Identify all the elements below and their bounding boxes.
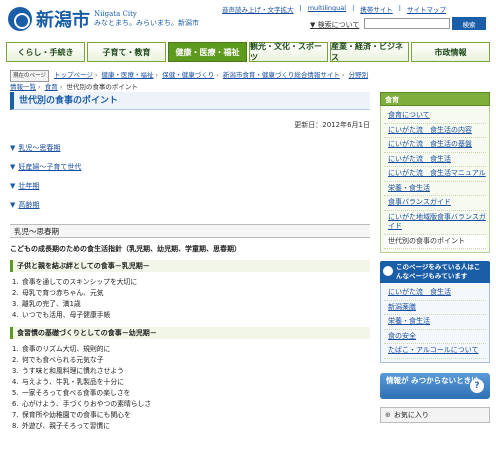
nav-health[interactable]: 健康・医療・福祉 <box>168 42 247 62</box>
nav-childcare[interactable]: 子育て・教育 <box>87 42 166 62</box>
main-content: 世代別の食事のポイント 更新日：2012年6月1日 ▼ 乳児～思春期 ▼ 妊産婦～子… <box>10 92 370 432</box>
search-button[interactable]: 検索 <box>452 17 486 30</box>
top-links: 音声読み上げ・文字拡大 | multilingual | 携帯サイト | サイト… <box>222 4 446 14</box>
list-item: 7. 保育所や幼稚園での食事にも関心を <box>12 411 131 419</box>
related-heading: このページをみている人はこんなページもみています <box>380 261 490 283</box>
toc-item: ▼ 妊産婦～子育て世代 <box>10 157 370 176</box>
toc-link-adult[interactable]: 壮年期 <box>18 181 39 191</box>
related-item[interactable]: 新潟薬膳 <box>384 301 486 315</box>
triangle-down-icon: ▼ <box>10 200 16 209</box>
list-item: 3. うす味と和風料理に慣れさせよう <box>12 367 124 375</box>
breadcrumb-item[interactable]: 健康・医療・福祉 <box>102 71 154 79</box>
help-banner[interactable]: 情報が みつからないときは ? <box>380 372 490 399</box>
top-link-multilingual[interactable]: multilingual <box>308 4 346 14</box>
related-item[interactable]: 栄養・食生活 <box>384 315 486 330</box>
city-emblem-icon <box>8 7 32 31</box>
question-icon: ? <box>470 378 484 393</box>
list-item: 5. 一家そろって食べる食事の楽しさを <box>12 389 131 397</box>
sidebar-item[interactable]: 食育について <box>384 109 486 124</box>
breadcrumb: 現在のページ トップページ › 健康・医療・福祉 › 保健・健康づくり › 新潟市食育… <box>10 70 369 91</box>
people-icon <box>383 266 393 276</box>
top-link-accessibility[interactable]: 音声読み上げ・文字拡大 <box>222 4 294 14</box>
related-pages: このページをみている人はこんなページもみています にいがた流 食生活 新潟薬膳 … <box>380 261 490 363</box>
site-header: 新潟市 Niigata City みなとまち。みらいまち。新潟市 音声読み上げ・… <box>0 0 496 40</box>
top-link-sitemap[interactable]: サイトマップ <box>407 4 446 14</box>
related-item[interactable]: 食の安全 <box>384 330 486 344</box>
nav-cityinfo[interactable]: 市政情報 <box>411 42 490 62</box>
toc-item: ▼ 乳児～思春期 <box>10 138 370 157</box>
sidebar-item[interactable]: 栄養・食生活 <box>384 182 486 196</box>
list-item: 2. 何でも食べられる元気な子 <box>12 356 104 364</box>
global-nav: くらし・手続き 子育て・教育 健康・医療・福祉 観光・文化・スポーツ 産業・経済… <box>6 42 490 62</box>
list-item: 4. 与えよう、牛乳・乳製品を十分に <box>12 378 124 386</box>
subsection-heading-toddler: 食習慣の基礎づくりとしての食事－幼児期－ <box>10 327 370 339</box>
help-banner-text: 情報が みつからないときは <box>386 375 479 385</box>
sidebar-item[interactable]: にいがた流 食生活の基盤 <box>384 138 486 153</box>
related-list: にいがた流 食生活 新潟薬膳 栄養・食生活 食の安全 たばこ・アルコールについて <box>380 283 490 363</box>
triangle-down-icon: ▼ <box>10 181 16 190</box>
infant-list: 1. 食事を通してのスキンシップを大切に 2. 母乳で育つ赤ちゃん、元気 3. 離乳の… <box>10 277 370 321</box>
table-of-contents: ▼ 乳児～思春期 ▼ 妊産婦～子育て世代 ▼ 壮年期 ▼ 高齢期 <box>10 138 370 214</box>
section-heading: 乳児～思春期 <box>10 224 370 238</box>
toddler-list: 1. 食事のリズム大切、規則的に 2. 何でも食べられる元気な子 3. うす味と和風料… <box>10 344 370 432</box>
toc-link-elderly[interactable]: 高齢期 <box>18 200 39 210</box>
search-help-link[interactable]: ▼ 検索について <box>310 20 359 30</box>
breadcrumb-item[interactable]: 保健・健康づくり <box>162 71 214 79</box>
list-item: 8. 外遊び、親子そろって習慣に <box>12 422 111 430</box>
list-item: 1. 食事のリズム大切、規則的に <box>12 345 111 353</box>
toc-item: ▼ 高齢期 <box>10 195 370 214</box>
toc-link-infant[interactable]: 乳児～思春期 <box>18 143 60 153</box>
breadcrumb-item[interactable]: 食育 <box>45 83 58 91</box>
list-item: 2. 母乳で育つ赤ちゃん、元気 <box>12 289 104 297</box>
sidebar-item[interactable]: にいがた流 食生活 <box>384 153 486 167</box>
section-lead: こどもの成長期のための食生活指針（乳児期、幼児期、学童期、思春期） <box>10 245 241 253</box>
list-item: 4. いつでも活用、母子健康手帳 <box>12 311 111 319</box>
related-item[interactable]: にいがた流 食生活 <box>384 286 486 301</box>
top-link-mobile[interactable]: 携帯サイト <box>360 4 393 14</box>
favorites-box[interactable]: ⊕ お気に入り <box>380 406 490 423</box>
updated-date: 更新日：2012年6月1日 <box>294 121 370 129</box>
sidebar-nav: 食育について にいがた流 食生活の内容 にいがた流 食生活の基盤 にいがた流 食… <box>380 106 490 253</box>
search-input[interactable] <box>364 18 450 29</box>
tagline: みなとまち。みらいまち。新潟市 <box>94 19 199 27</box>
page-title: 世代別の食事のポイント <box>10 92 370 110</box>
nav-business[interactable]: 産業・経済・ビジネス <box>330 42 409 62</box>
nav-living[interactable]: くらし・手続き <box>6 42 85 62</box>
site-logo[interactable]: 新潟市 Niigata City みなとまち。みらいまち。新潟市 <box>8 6 199 32</box>
list-item: 3. 離乳の完了、満1歳 <box>12 300 81 308</box>
sidebar-item-current: 世代別の食事のポイント <box>384 234 486 249</box>
favorites-label: お気に入り <box>393 410 429 419</box>
breadcrumb-item[interactable]: 新潟市食育・健康づくり総合情報サイト <box>223 71 340 79</box>
sidebar-item[interactable]: 食事バランスガイド <box>384 196 486 211</box>
toc-item: ▼ 壮年期 <box>10 176 370 195</box>
toc-link-pregnancy[interactable]: 妊産婦～子育て世代 <box>18 162 81 172</box>
breadcrumb-current: 世代別の食事のポイント <box>66 83 138 91</box>
list-item: 6. 心がけよう、手づくりおやつの素晴らしさ <box>12 400 152 408</box>
subsection-heading-infant: 子供と親を結ぶ絆としての食事－乳児期－ <box>10 260 370 272</box>
sidebar-heading: 食育 <box>380 92 490 106</box>
list-item: 1. 食事を通してのスキンシップを大切に <box>12 278 138 286</box>
sidebar-item[interactable]: にいがた流 食生活の内容 <box>384 124 486 138</box>
sidebar: 食育 食育について にいがた流 食生活の内容 にいがた流 食生活の基盤 にいがた… <box>380 92 490 423</box>
logo-english: Niigata City <box>94 10 137 18</box>
sidebar-item[interactable]: にいがた流 食生活マニュアル <box>384 167 486 182</box>
sidebar-item[interactable]: にいがた地域版食事バランスガイド <box>384 211 486 235</box>
logo-text: 新潟市 <box>36 10 90 31</box>
bookmark-icon: ⊕ <box>385 410 391 419</box>
related-item[interactable]: たばこ・アルコールについて <box>384 344 486 359</box>
breadcrumb-label: 現在のページ <box>10 70 49 82</box>
nav-tourism[interactable]: 観光・文化・スポーツ <box>249 42 328 62</box>
triangle-down-icon: ▼ <box>10 162 16 171</box>
breadcrumb-item[interactable]: トップページ <box>54 71 93 79</box>
triangle-down-icon: ▼ <box>10 143 16 152</box>
